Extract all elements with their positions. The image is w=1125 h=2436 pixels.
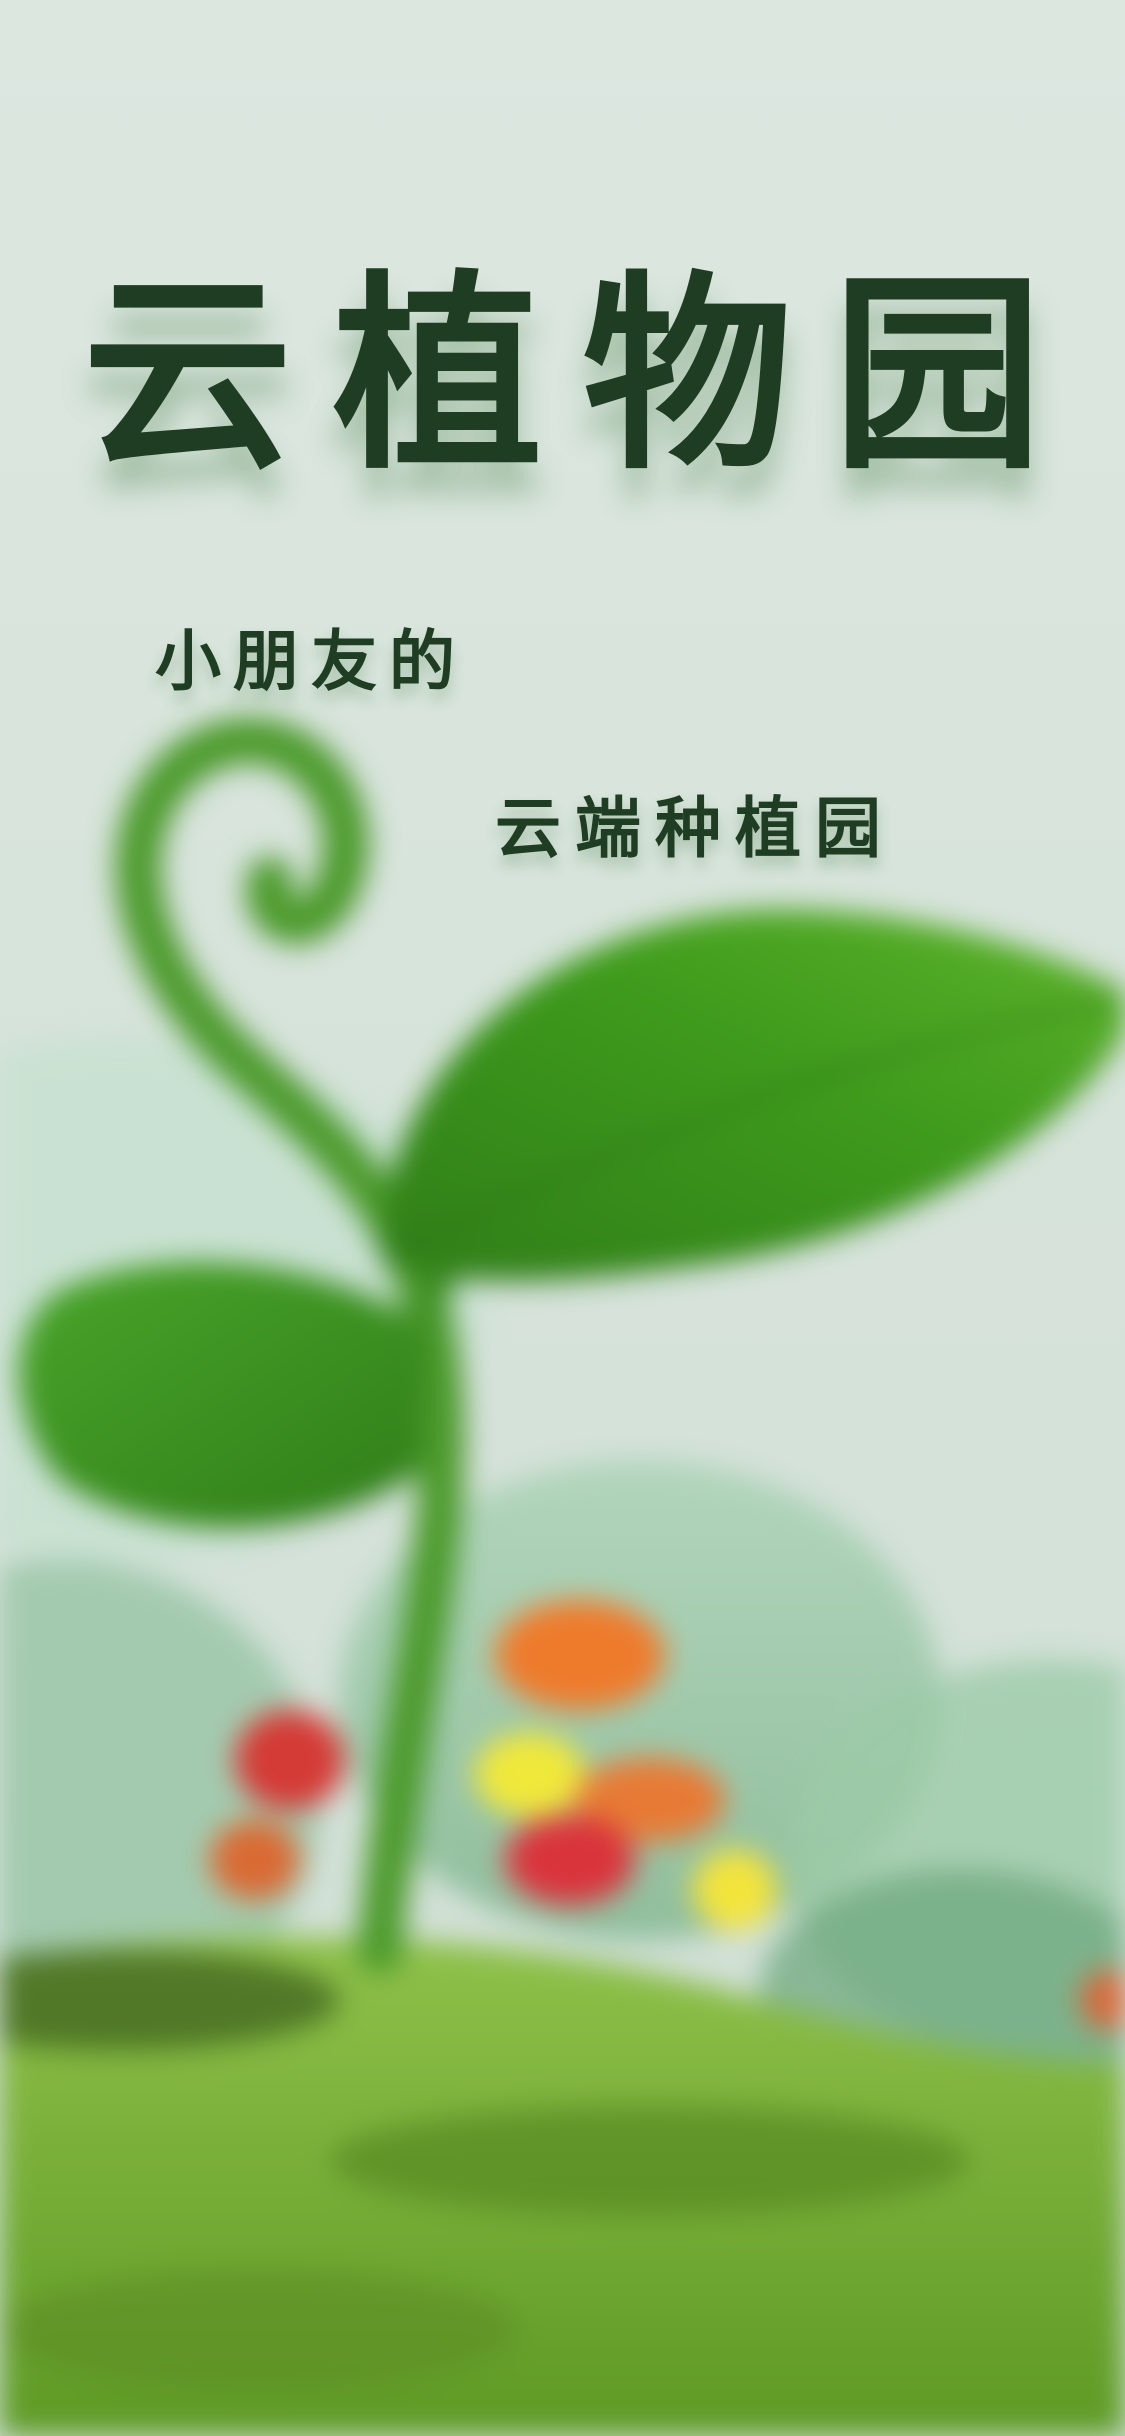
subtitle-line-1: 小朋友的 <box>155 622 467 700</box>
splash-screen: 云植物园 小朋友的 云端种植园 <box>0 0 1125 2436</box>
subtitle-line-2: 云端种植园 <box>495 789 895 867</box>
small-leaf <box>18 1262 430 1528</box>
app-title: 云植物园 <box>82 251 1083 498</box>
